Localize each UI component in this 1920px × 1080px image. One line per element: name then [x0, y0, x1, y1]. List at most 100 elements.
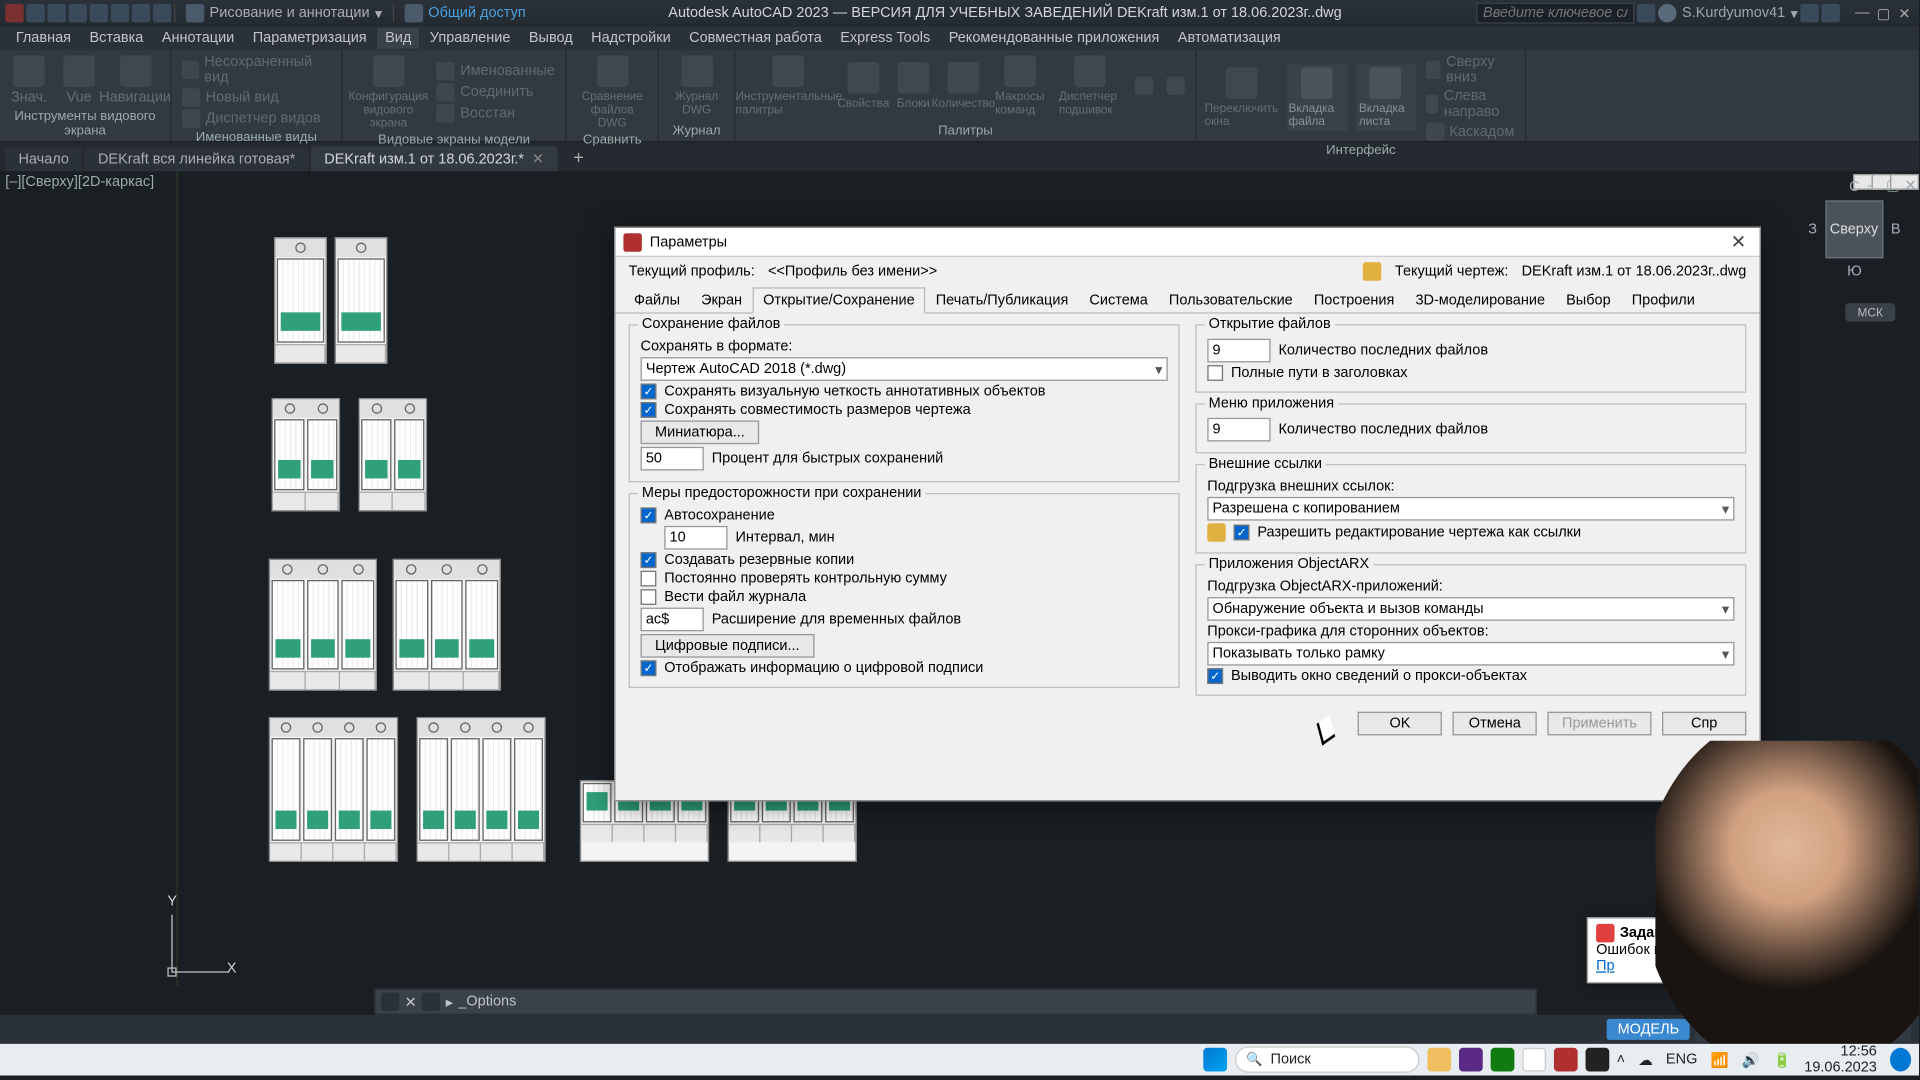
options-tab-7[interactable]: 3D-моделирование — [1405, 287, 1556, 313]
qat-redo-icon[interactable] — [153, 4, 171, 22]
cancel-button[interactable]: Отмена — [1453, 712, 1537, 736]
menu-Аннотации[interactable]: Аннотации — [154, 28, 242, 49]
help-search-input[interactable] — [1476, 3, 1634, 24]
battery-icon[interactable]: 🔋 — [1773, 1051, 1791, 1068]
logfile-checkbox[interactable] — [641, 589, 657, 605]
menu-Вывод[interactable]: Вывод — [521, 28, 581, 49]
menu-Express Tools[interactable]: Express Tools — [832, 28, 938, 49]
start-button[interactable] — [1203, 1048, 1227, 1072]
new-view-item[interactable]: Новый вид — [179, 87, 333, 108]
obs-icon[interactable] — [1585, 1048, 1609, 1072]
temp-ext-input[interactable] — [641, 608, 704, 632]
minimize-button[interactable]: — — [1853, 4, 1871, 22]
clock-date[interactable]: 19.06.2023 — [1804, 1060, 1877, 1076]
taskbar-search[interactable]: Поиск — [1234, 1046, 1419, 1072]
options-tab-6[interactable]: Построения — [1303, 287, 1405, 313]
copilot-icon[interactable] — [1890, 1048, 1911, 1072]
crc-checkbox[interactable] — [641, 571, 657, 587]
tray-chevron-icon[interactable]: ˄ — [1617, 1052, 1625, 1068]
help-icon[interactable] — [1821, 4, 1839, 22]
volume-icon[interactable]: 🔊 — [1742, 1051, 1760, 1068]
menu-Вид[interactable]: Вид — [377, 28, 419, 49]
autosave-interval-input[interactable] — [664, 526, 727, 550]
navbar-button[interactable]: Навигации — [108, 53, 162, 108]
menu-Совместная работа[interactable]: Совместная работа — [681, 28, 829, 49]
qat-save-icon[interactable] — [69, 4, 87, 22]
cmd-close-icon[interactable]: ✕ — [405, 993, 417, 1010]
annotative-fidelity-checkbox[interactable] — [641, 384, 657, 400]
viewport-controls[interactable]: [–][Сверху][2D-каркас] — ▢ ✕ — [5, 174, 154, 190]
new-tab-button[interactable]: + — [560, 142, 597, 171]
qat-saveas-icon[interactable] — [90, 4, 108, 22]
menu-Управление[interactable]: Управление — [422, 28, 518, 49]
doc-tab[interactable]: DEKraft изм.1 от 18.06.2023г.*✕ — [311, 146, 557, 171]
doc-tab[interactable]: DEKraft вся линейка готовая* — [85, 148, 309, 172]
arx-load-select[interactable]: Обнаружение объекта и вызов команды — [1207, 597, 1734, 621]
menu-Автоматизация[interactable]: Автоматизация — [1170, 28, 1289, 49]
qat-plot-icon[interactable] — [111, 4, 129, 22]
options-tab-2[interactable]: Открытие/Сохранение — [753, 287, 926, 313]
workspace-dropdown[interactable]: Рисование и аннотации ▾ — [178, 4, 390, 22]
help-button[interactable]: Спр — [1662, 712, 1746, 736]
apply-button[interactable]: Применить — [1548, 712, 1652, 736]
menu-Параметризация[interactable]: Параметризация — [245, 28, 375, 49]
viewcube-button[interactable]: Vue — [58, 53, 100, 108]
clock-time[interactable]: 12:56 — [1804, 1044, 1877, 1060]
autosave-checkbox[interactable] — [641, 507, 657, 523]
close-button[interactable]: ✕ — [1895, 4, 1913, 22]
digital-signatures-button[interactable]: Цифровые подписи... — [641, 634, 815, 658]
dialog-close-button[interactable]: ✕ — [1725, 231, 1751, 253]
ok-button[interactable]: OK — [1358, 712, 1442, 736]
autocad-icon[interactable] — [1553, 1048, 1577, 1072]
proxy-graphics-select[interactable]: Показывать только рамку — [1207, 642, 1734, 666]
cmd-menu-icon[interactable] — [381, 992, 399, 1010]
autodesk-app-icon[interactable] — [1800, 4, 1818, 22]
save-format-select[interactable]: Чертеж AutoCAD 2018 (*.dwg) — [641, 357, 1168, 381]
maximize-button[interactable]: ▢ — [1874, 4, 1892, 22]
qat-new-icon[interactable] — [26, 4, 44, 22]
qat-open-icon[interactable] — [47, 4, 65, 22]
options-tab-3[interactable]: Печать/Публикация — [925, 287, 1079, 313]
switch-windows-button[interactable]: Переключить окна — [1205, 65, 1278, 131]
menu-Надстройки[interactable]: Надстройки — [583, 28, 678, 49]
options-tab-8[interactable]: Выбор — [1556, 287, 1622, 313]
model-space-button[interactable]: МОДЕЛЬ — [1607, 1019, 1690, 1040]
xref-load-select[interactable]: Разрешена с копированием — [1207, 497, 1734, 521]
tray-icon[interactable]: ☁ — [1638, 1051, 1652, 1068]
proxy-info-checkbox[interactable] — [1207, 668, 1223, 684]
unsaved-view-item[interactable]: Несохраненный вид — [179, 53, 333, 87]
appmenu-recent-input[interactable] — [1207, 418, 1270, 442]
explorer-icon[interactable] — [1427, 1048, 1451, 1072]
tab-close-icon[interactable]: ✕ — [532, 150, 544, 167]
menu-Главная[interactable]: Главная — [8, 28, 79, 49]
xbox-icon[interactable] — [1490, 1048, 1514, 1072]
full-path-checkbox[interactable] — [1207, 365, 1223, 381]
recent-files-input[interactable] — [1207, 339, 1270, 363]
qat-undo-icon[interactable] — [132, 4, 150, 22]
options-tab-0[interactable]: Файлы — [623, 287, 690, 313]
ucsicon-button[interactable]: Знач. — [8, 53, 50, 108]
backup-checkbox[interactable] — [641, 552, 657, 568]
doc-tab[interactable]: Начало — [5, 148, 82, 172]
language-indicator[interactable]: ENG — [1666, 1052, 1697, 1068]
signature-info-checkbox[interactable] — [641, 660, 657, 676]
size-compat-checkbox[interactable] — [641, 402, 657, 418]
view-cube[interactable]: С ЗСверхуВ Ю — [1808, 179, 1900, 298]
options-tab-5[interactable]: Пользовательские — [1158, 287, 1303, 313]
app-icon-1[interactable] — [1458, 1048, 1482, 1072]
quicksave-percent-input[interactable] — [641, 447, 704, 471]
compare-button[interactable]: Сравнение файлов DWG — [575, 53, 650, 132]
chrome-icon[interactable] — [1522, 1048, 1546, 1072]
options-tab-4[interactable]: Система — [1079, 287, 1158, 313]
view-manager-item[interactable]: Диспетчер видов — [179, 108, 333, 129]
vp-config-button[interactable]: Конфигурация видового экрана — [351, 53, 426, 132]
thumbnail-button[interactable]: Миниатюра... — [641, 420, 760, 444]
menu-Рекомендованные приложения[interactable]: Рекомендованные приложения — [941, 28, 1167, 49]
menu-Вставка[interactable]: Вставка — [82, 28, 152, 49]
wifi-icon[interactable]: 📶 — [1711, 1051, 1729, 1068]
wcs-label[interactable]: МСК — [1845, 303, 1895, 321]
command-line[interactable]: ✕ ▸ _Options — [374, 988, 1536, 1014]
options-tab-1[interactable]: Экран — [691, 287, 753, 313]
user-menu[interactable]: S.Kurdyumov41 ▾ — [1658, 4, 1797, 22]
options-tab-9[interactable]: Профили — [1621, 287, 1705, 313]
